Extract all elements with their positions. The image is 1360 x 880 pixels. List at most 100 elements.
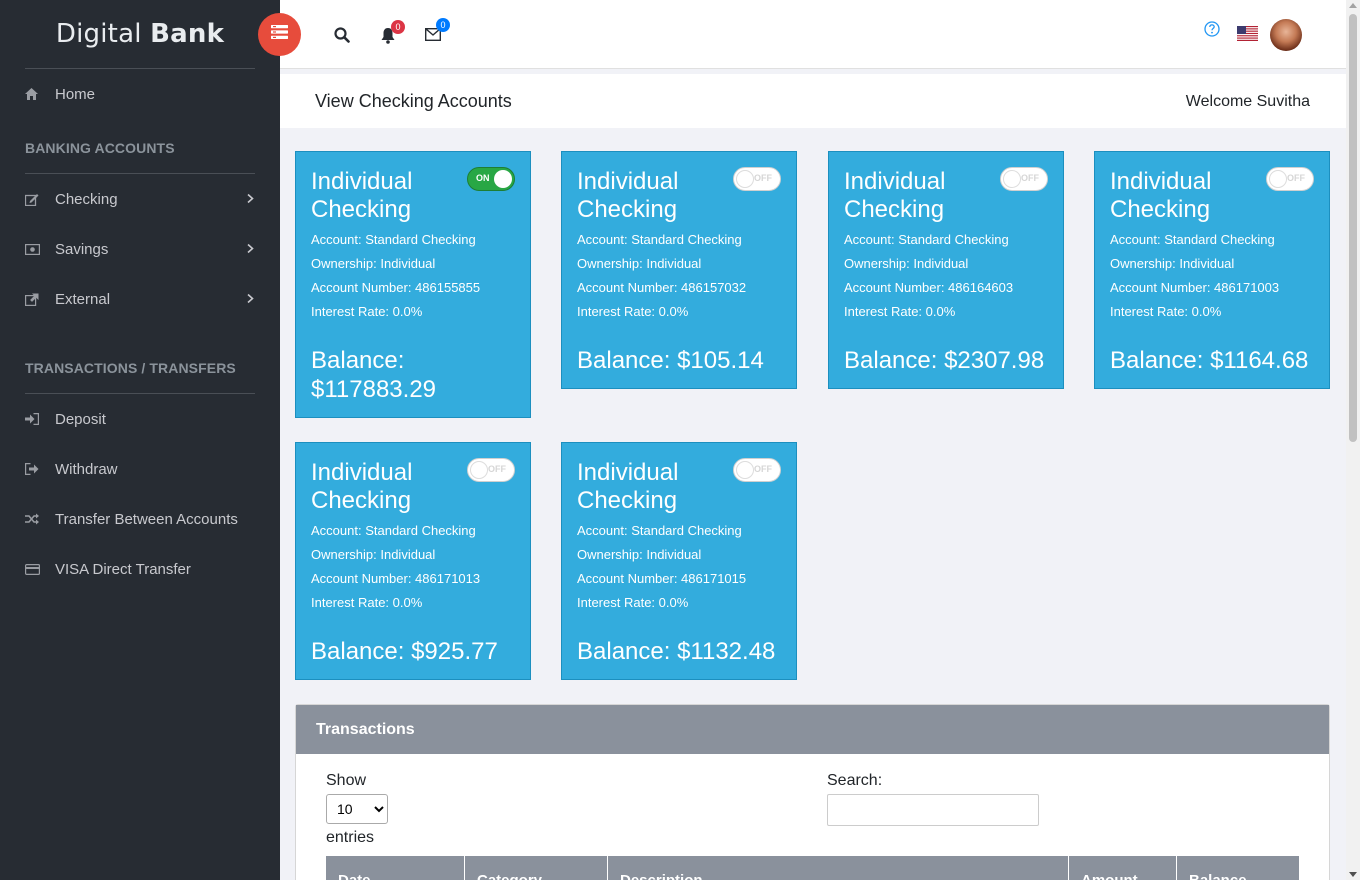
account-number: Account Number: 486155855 bbox=[311, 280, 481, 295]
brand-logo[interactable]: Digital Bank bbox=[25, 0, 255, 69]
interest-rate: Interest Rate: 0.0% bbox=[1110, 304, 1222, 319]
show-label: Show bbox=[326, 772, 367, 789]
toggle-knob bbox=[1003, 170, 1021, 188]
sign-out-icon bbox=[25, 463, 55, 475]
column-header-date[interactable]: Date bbox=[326, 856, 465, 880]
account-number: Account Number: 486164603 bbox=[844, 280, 1014, 295]
search-input[interactable] bbox=[827, 794, 1039, 826]
welcome-message: Welcome Suvitha bbox=[1185, 93, 1310, 110]
chevron-right-icon bbox=[247, 291, 254, 308]
account-toggle[interactable]: ON bbox=[467, 167, 515, 191]
account-balance: Balance: $1132.48 bbox=[577, 638, 776, 665]
toggle-knob bbox=[1269, 170, 1287, 188]
page-title: View Checking Accounts bbox=[315, 91, 512, 111]
sidebar-item-label: Transfer Between Accounts bbox=[55, 510, 238, 528]
column-header-amount[interactable]: Amount bbox=[1069, 856, 1177, 880]
brand-name: Digital Bank bbox=[55, 19, 225, 49]
page-scrollbar[interactable] bbox=[1346, 0, 1360, 880]
user-avatar[interactable] bbox=[1270, 19, 1302, 51]
sidebar: Digital Bank Home BANKING ACCOUNTS Check… bbox=[0, 0, 280, 880]
account-ownership: Ownership: Individual bbox=[311, 547, 436, 562]
page-title-bar: View Checking Accounts Welcome Suvitha bbox=[280, 74, 1346, 128]
account-toggle[interactable]: OFF bbox=[733, 167, 781, 191]
account-card[interactable]: Individual Checking OFF Account: Standar… bbox=[561, 442, 797, 680]
account-card[interactable]: Individual Checking OFF Account: Standar… bbox=[1094, 151, 1330, 389]
entries-per-page-select[interactable]: 10 bbox=[326, 794, 388, 824]
account-balance: Balance: $1164.68 bbox=[1110, 347, 1309, 374]
us-flag-icon[interactable] bbox=[1237, 26, 1258, 46]
interest-rate: Interest Rate: 0.0% bbox=[311, 304, 423, 319]
scroll-down-icon[interactable] bbox=[1349, 872, 1357, 877]
account-type: Account: Standard Checking bbox=[311, 232, 476, 247]
account-type: Account: Standard Checking bbox=[577, 523, 742, 538]
scroll-up-icon[interactable] bbox=[1349, 3, 1357, 8]
notifications-count-badge: 0 bbox=[391, 20, 405, 34]
messages-count-badge: 0 bbox=[436, 18, 450, 32]
account-card-title: Individual Checking bbox=[844, 168, 946, 223]
sidebar-item-transfer-between-accounts[interactable]: Transfer Between Accounts bbox=[0, 494, 280, 544]
menu-toggle-button[interactable] bbox=[258, 13, 301, 56]
section-banking-accounts: BANKING ACCOUNTS bbox=[25, 119, 255, 174]
account-type: Account: Standard Checking bbox=[311, 523, 476, 538]
toggle-label: OFF bbox=[754, 173, 772, 183]
account-toggle[interactable]: OFF bbox=[1000, 167, 1048, 191]
interest-rate: Interest Rate: 0.0% bbox=[844, 304, 956, 319]
account-toggle[interactable]: OFF bbox=[733, 458, 781, 482]
account-ownership: Ownership: Individual bbox=[577, 256, 702, 271]
sidebar-item-label: External bbox=[55, 290, 111, 308]
sidebar-item-checking[interactable]: Checking bbox=[0, 174, 280, 224]
sidebar-item-deposit[interactable]: Deposit bbox=[0, 394, 280, 444]
transactions-table-header: Date Category Description Amount Balance bbox=[326, 856, 1299, 880]
account-ownership: Ownership: Individual bbox=[844, 256, 969, 271]
home-icon bbox=[25, 88, 55, 100]
money-icon bbox=[25, 243, 55, 255]
account-card[interactable]: Individual Checking ON Account: Standard… bbox=[295, 151, 531, 418]
column-header-category[interactable]: Category bbox=[465, 856, 608, 880]
account-balance: Balance: $2307.98 bbox=[844, 347, 1045, 374]
account-card[interactable]: Individual Checking OFF Account: Standar… bbox=[828, 151, 1064, 389]
sidebar-item-external[interactable]: External bbox=[0, 274, 280, 324]
toggle-knob bbox=[736, 170, 754, 188]
account-type: Account: Standard Checking bbox=[1110, 232, 1275, 247]
bell-icon bbox=[380, 28, 396, 48]
interest-rate: Interest Rate: 0.0% bbox=[311, 595, 423, 610]
sidebar-item-withdraw[interactable]: Withdraw bbox=[0, 444, 280, 494]
toggle-knob bbox=[736, 461, 754, 479]
page-length-control: Show 10 entries bbox=[326, 772, 388, 847]
chevron-right-icon bbox=[247, 191, 254, 208]
sign-in-icon bbox=[25, 413, 55, 425]
account-type: Account: Standard Checking bbox=[577, 232, 742, 247]
toggle-label: OFF bbox=[1021, 173, 1039, 183]
interest-rate: Interest Rate: 0.0% bbox=[577, 595, 689, 610]
account-number: Account Number: 486171013 bbox=[311, 571, 481, 586]
help-icon[interactable] bbox=[1204, 21, 1220, 42]
external-link-icon bbox=[25, 293, 55, 306]
account-toggle[interactable]: OFF bbox=[467, 458, 515, 482]
account-ownership: Ownership: Individual bbox=[311, 256, 436, 271]
account-card[interactable]: Individual Checking OFF Account: Standar… bbox=[561, 151, 797, 389]
messages-button[interactable]: 0 bbox=[424, 18, 450, 46]
toggle-label: ON bbox=[476, 173, 490, 183]
account-balance: Balance: $925.77 bbox=[311, 638, 498, 665]
interest-rate: Interest Rate: 0.0% bbox=[577, 304, 689, 319]
credit-card-icon bbox=[25, 563, 55, 575]
account-card-title: Individual Checking bbox=[1110, 168, 1212, 223]
random-icon bbox=[25, 513, 55, 525]
scrollbar-thumb[interactable] bbox=[1349, 14, 1357, 442]
section-transactions-transfers: TRANSACTIONS / TRANSFERS bbox=[25, 339, 255, 394]
account-card-title: Individual Checking bbox=[311, 459, 413, 514]
sidebar-item-savings[interactable]: Savings bbox=[0, 224, 280, 274]
account-card-title: Individual Checking bbox=[311, 168, 413, 223]
sidebar-item-home[interactable]: Home bbox=[0, 69, 280, 119]
account-card-title: Individual Checking bbox=[577, 459, 679, 514]
column-header-description[interactable]: Description bbox=[608, 856, 1069, 880]
toggle-label: OFF bbox=[754, 464, 772, 474]
account-card[interactable]: Individual Checking OFF Account: Standar… bbox=[295, 442, 531, 680]
search-icon[interactable] bbox=[334, 27, 350, 48]
entries-label: entries bbox=[326, 829, 375, 846]
account-toggle[interactable]: OFF bbox=[1266, 167, 1314, 191]
notifications-button[interactable]: 0 bbox=[380, 20, 405, 49]
column-header-balance[interactable]: Balance bbox=[1177, 856, 1299, 880]
sidebar-item-visa-direct-transfer[interactable]: VISA Direct Transfer bbox=[0, 544, 280, 594]
table-search: Search: bbox=[827, 772, 1039, 826]
